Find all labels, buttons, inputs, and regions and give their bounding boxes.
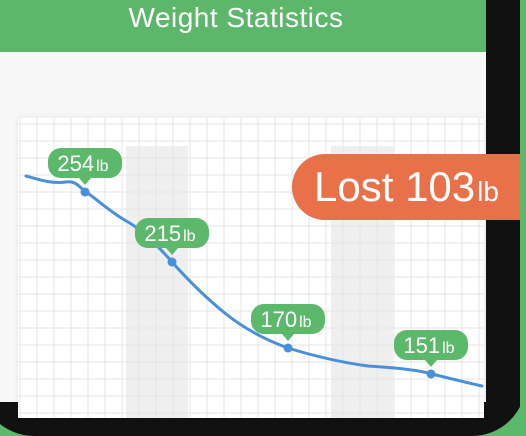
lost-unit: lb (477, 176, 499, 207)
point-label-pointer (425, 360, 437, 367)
chart-band (126, 146, 188, 418)
app-header: Weight Statistics (0, 0, 486, 52)
data-point (167, 257, 177, 267)
point-label: 254 lb (48, 148, 122, 185)
lost-value: 103 (405, 163, 476, 210)
data-point (80, 187, 90, 197)
page-title: Weight Statistics (128, 2, 344, 33)
point-label: 151 lb (394, 330, 468, 367)
lost-label: Lost (314, 163, 394, 210)
data-point (283, 343, 293, 353)
weight-lost-badge: Lost 103lb (292, 154, 526, 220)
point-label-pointer (79, 178, 91, 185)
data-point (426, 369, 436, 379)
background-edge (520, 0, 526, 409)
